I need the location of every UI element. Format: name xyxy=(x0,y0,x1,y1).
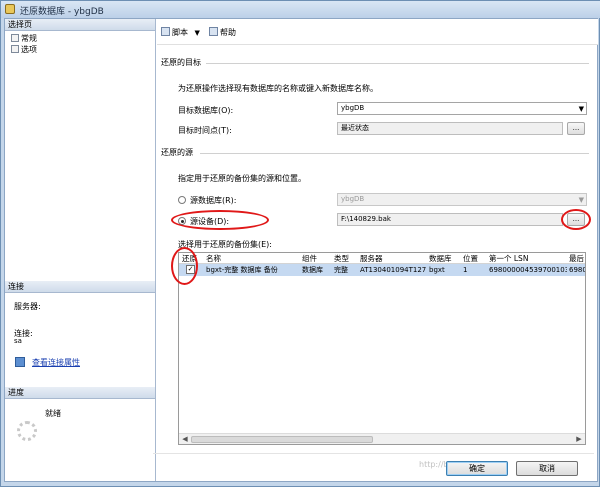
script-button[interactable]: 脚本 ▼ xyxy=(161,27,200,39)
backup-sets-label: 选择用于还原的备份集(E): xyxy=(178,240,272,249)
first-lsn-cell: 69800000453970010З xyxy=(489,266,567,274)
column-header: 名称 xyxy=(206,254,221,263)
component-cell: 数据库 xyxy=(302,266,323,274)
left-pane: 选择页 常规 选项 连接 服务器: 连接: sa 查看连接属性 进度 就绪 xyxy=(5,19,156,481)
source-db-select[interactable]: ybgDB ▼ xyxy=(337,193,587,206)
scroll-left-icon[interactable]: ◀ xyxy=(180,435,190,444)
target-time-browse-button[interactable]: ... xyxy=(567,122,585,135)
script-icon xyxy=(161,27,170,36)
select-page-header: 选择页 xyxy=(5,19,155,31)
target-time-field[interactable]: 最近状态 xyxy=(337,122,563,135)
divider xyxy=(200,153,589,154)
source-device-radio[interactable] xyxy=(178,217,186,225)
server-cell: AT130401094T127 xyxy=(360,266,427,274)
ok-button[interactable]: 确定 xyxy=(446,461,508,476)
column-header: 最后 xyxy=(569,254,584,263)
help-icon xyxy=(209,27,218,36)
last-lsn-cell: 6980 xyxy=(569,266,586,274)
grid-header: 还原 名称 组件 类型 服务器 数据库 位置 第一个 LSN 最后 xyxy=(179,253,585,264)
target-db-value: ybgDB xyxy=(341,104,365,112)
source-db-radio[interactable] xyxy=(178,196,186,204)
page-icon xyxy=(11,34,19,42)
source-device-field[interactable]: F:\140829.bak xyxy=(337,213,563,226)
target-db-select[interactable]: ybgDB ▼ xyxy=(337,102,587,115)
cancel-button[interactable]: 取消 xyxy=(516,461,578,476)
column-header: 类型 xyxy=(334,254,349,263)
column-header: 位置 xyxy=(463,254,478,263)
title-bar: 还原数据库 - ybgDB xyxy=(1,1,600,18)
help-button[interactable]: 帮助 xyxy=(209,27,236,39)
database-icon xyxy=(5,4,15,14)
restore-target-instruction: 为还原操作选择现有数据库的名称或键入新数据库名称。 xyxy=(178,84,378,93)
connection-header: 连接 xyxy=(5,281,155,293)
horizontal-scrollbar[interactable]: ◀ ▶ xyxy=(179,433,585,444)
source-db-value: ybgDB xyxy=(341,195,365,203)
source-device-browse-button[interactable]: ... xyxy=(567,213,585,226)
page-item-options[interactable]: 选项 xyxy=(11,44,37,55)
page-item-label: 常规 xyxy=(21,34,37,43)
scroll-right-icon[interactable]: ▶ xyxy=(574,435,584,444)
divider xyxy=(206,63,589,64)
progress-header: 进度 xyxy=(5,387,155,399)
connection-value: sa xyxy=(14,337,22,345)
column-header: 还原 xyxy=(182,254,197,263)
column-header: 组件 xyxy=(302,254,317,263)
column-header: 数据库 xyxy=(429,254,452,263)
type-cell: 完整 xyxy=(334,266,348,274)
restore-checkbox[interactable]: ✓ xyxy=(186,265,195,274)
restore-target-title: 还原的目标 xyxy=(161,58,201,67)
connection-properties-icon xyxy=(15,357,25,367)
source-device-label: 源设备(D): xyxy=(190,217,230,226)
target-time-label: 目标时间点(T): xyxy=(178,126,232,135)
chevron-down-icon: ▼ xyxy=(578,105,584,113)
server-label: 服务器: xyxy=(14,302,41,311)
restore-source-title: 还原的源 xyxy=(161,148,193,157)
divider xyxy=(153,453,594,454)
help-label: 帮助 xyxy=(220,28,236,37)
database-cell: bgxt xyxy=(429,266,445,274)
target-db-label: 目标数据库(O): xyxy=(178,106,234,115)
script-label: 脚本 xyxy=(172,28,188,37)
page-item-general[interactable]: 常规 xyxy=(11,33,37,44)
restore-source-instruction: 指定用于还原的备份集的源和位置。 xyxy=(178,174,306,183)
position-cell: 1 xyxy=(463,266,468,274)
toolbar: 脚本 ▼ 帮助 xyxy=(157,19,598,45)
scrollbar-thumb[interactable] xyxy=(191,436,373,443)
progress-status: 就绪 xyxy=(45,409,61,418)
progress-spinner-icon xyxy=(17,421,37,441)
view-connection-properties-link[interactable]: 查看连接属性 xyxy=(32,357,80,368)
chevron-down-icon: ▼ xyxy=(194,29,200,37)
page-item-label: 选项 xyxy=(21,45,37,54)
restore-database-window: 还原数据库 - ybgDB 选择页 常规 选项 连接 服务器: 连接: sa 查… xyxy=(0,0,600,487)
table-row[interactable]: ✓ bgxt-完整 数据库 备份 数据库 完整 AT130401094T127 … xyxy=(179,264,586,276)
page-icon xyxy=(11,45,19,53)
chevron-down-icon: ▼ xyxy=(578,196,584,204)
backup-name-cell: bgxt-完整 数据库 备份 xyxy=(206,266,278,274)
backup-sets-grid: 还原 名称 组件 类型 服务器 数据库 位置 第一个 LSN 最后 ✓ bgxt… xyxy=(178,252,586,445)
column-header: 第一个 LSN xyxy=(489,254,529,263)
column-header: 服务器 xyxy=(360,254,383,263)
source-db-label: 源数据库(R): xyxy=(190,196,237,205)
window-title: 还原数据库 - ybgDB xyxy=(20,7,104,17)
